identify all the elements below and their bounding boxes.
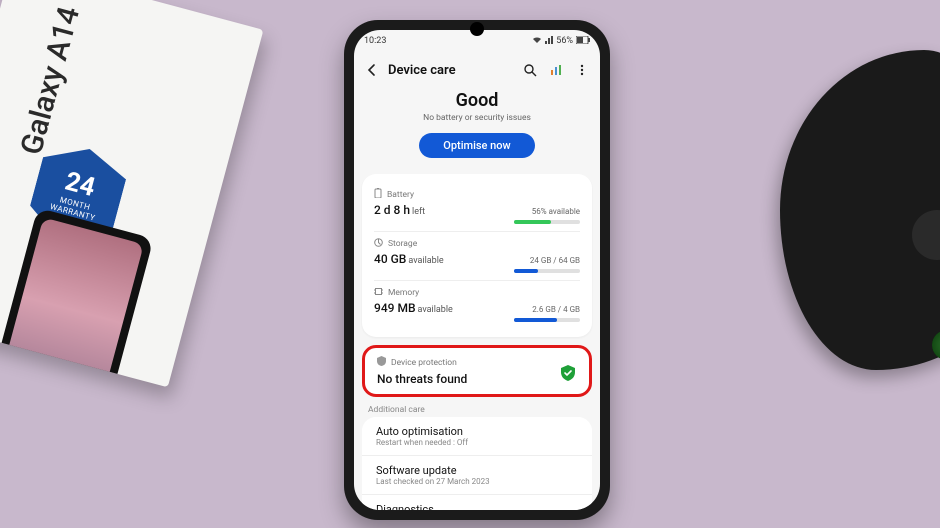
protection-label: Device protection <box>391 358 457 368</box>
product-box: Galaxy A14 24 MONTH WARRANTY FOR AFRICA <box>0 0 263 387</box>
additional-care-heading: Additional care <box>368 405 586 415</box>
additional-list: Auto optimisation Restart when needed : … <box>362 417 592 510</box>
memory-row[interactable]: Memory 949 MBavailable 2.6 GB / 4 GB <box>374 281 580 329</box>
battery-stat-icon <box>374 188 382 201</box>
memory-bar <box>514 318 580 322</box>
controller-stick <box>912 210 940 260</box>
battery-bar-fill <box>514 220 551 224</box>
back-button[interactable] <box>362 60 382 80</box>
diagnostics-title: Diagnostics <box>376 503 578 510</box>
battery-row[interactable]: Battery 2 d 8 hleft 56% available <box>374 182 580 232</box>
memory-right-text: 2.6 GB / 4 GB <box>514 305 580 314</box>
memory-bar-fill <box>514 318 557 322</box>
wifi-icon <box>532 36 542 47</box>
shield-icon <box>377 356 386 369</box>
box-phone-render <box>0 208 154 388</box>
battery-bar <box>514 220 580 224</box>
sw-update-title: Software update <box>376 464 578 477</box>
battery-label: Battery <box>387 190 414 200</box>
hero-section: Good No battery or security issues Optim… <box>354 88 600 166</box>
status-right: 56% <box>532 36 590 47</box>
battery-right-text: 56% available <box>514 207 580 216</box>
auto-optimisation-row[interactable]: Auto optimisation Restart when needed : … <box>362 417 592 456</box>
storage-unit: available <box>408 256 443 266</box>
diagnostics-row[interactable]: Diagnostics <box>362 495 592 510</box>
phone-screen: 10:23 56% Device care <box>354 30 600 510</box>
storage-row[interactable]: Storage 40 GBavailable 24 GB / 64 GB <box>374 232 580 281</box>
memory-label: Memory <box>388 288 419 298</box>
more-button[interactable] <box>572 60 592 80</box>
battery-unit: left <box>412 207 425 217</box>
device-status: Good <box>354 90 600 111</box>
phone-frame: 10:23 56% Device care <box>344 20 610 520</box>
status-battery-text: 56% <box>556 36 573 46</box>
sw-update-sub: Last checked on 27 March 2023 <box>376 477 578 486</box>
storage-right-text: 24 GB / 64 GB <box>514 256 580 265</box>
memory-unit: available <box>418 305 453 315</box>
game-controller <box>780 50 940 370</box>
stats-card: Battery 2 d 8 hleft 56% available Storag… <box>362 174 592 337</box>
camera-notch <box>470 22 484 36</box>
controller-button-a <box>932 330 940 360</box>
search-button[interactable] <box>520 60 540 80</box>
battery-icon <box>576 36 590 47</box>
software-update-row[interactable]: Software update Last checked on 27 March… <box>362 456 592 495</box>
status-time: 10:23 <box>364 36 386 46</box>
auto-opt-title: Auto optimisation <box>376 425 578 438</box>
memory-value: 949 MB <box>374 301 416 315</box>
device-protection-row[interactable]: Device protection No threats found <box>362 345 592 397</box>
battery-value: 2 d 8 h <box>374 203 410 217</box>
memory-stat-icon <box>374 287 383 299</box>
optimise-button[interactable]: Optimise now <box>419 133 534 158</box>
device-status-sub: No battery or security issues <box>354 113 600 123</box>
storage-value: 40 GB <box>374 252 406 266</box>
auto-opt-sub: Restart when needed : Off <box>376 438 578 447</box>
signal-icon <box>545 36 553 47</box>
shield-ok-icon <box>561 365 575 384</box>
app-bar: Device care <box>354 52 600 88</box>
storage-bar-fill <box>514 269 538 273</box>
page-title: Device care <box>388 63 514 78</box>
product-name: Galaxy A14 <box>14 3 87 159</box>
storage-stat-icon <box>374 238 383 250</box>
storage-label: Storage <box>388 239 417 249</box>
storage-bar <box>514 269 580 273</box>
protection-status: No threats found <box>377 372 577 386</box>
chart-icon[interactable] <box>546 60 566 80</box>
